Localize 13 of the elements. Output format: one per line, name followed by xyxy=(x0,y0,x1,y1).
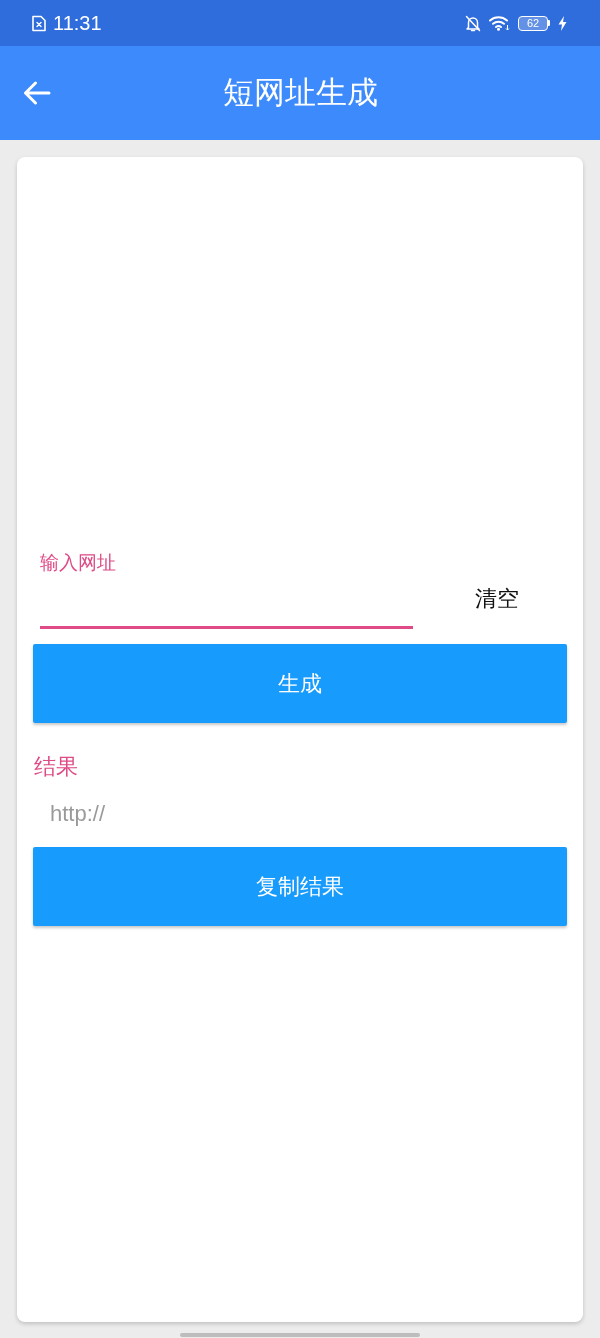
result-field[interactable]: http:// xyxy=(33,781,567,847)
battery-indicator: 62 xyxy=(518,15,550,31)
back-arrow-icon xyxy=(23,81,51,105)
url-input-field[interactable]: 输入网址 xyxy=(40,551,413,629)
status-time: 11:31 xyxy=(53,11,102,35)
generate-button[interactable]: 生成 xyxy=(33,644,567,723)
copy-result-button[interactable]: 复制结果 xyxy=(33,847,567,926)
result-label: 结果 xyxy=(34,753,78,781)
sim-card-icon xyxy=(32,14,46,32)
screen-title: 短网址生成 xyxy=(222,74,378,112)
clear-button[interactable]: 清空 xyxy=(452,571,542,627)
wifi-icon xyxy=(489,15,510,31)
bell-off-icon xyxy=(465,14,481,32)
